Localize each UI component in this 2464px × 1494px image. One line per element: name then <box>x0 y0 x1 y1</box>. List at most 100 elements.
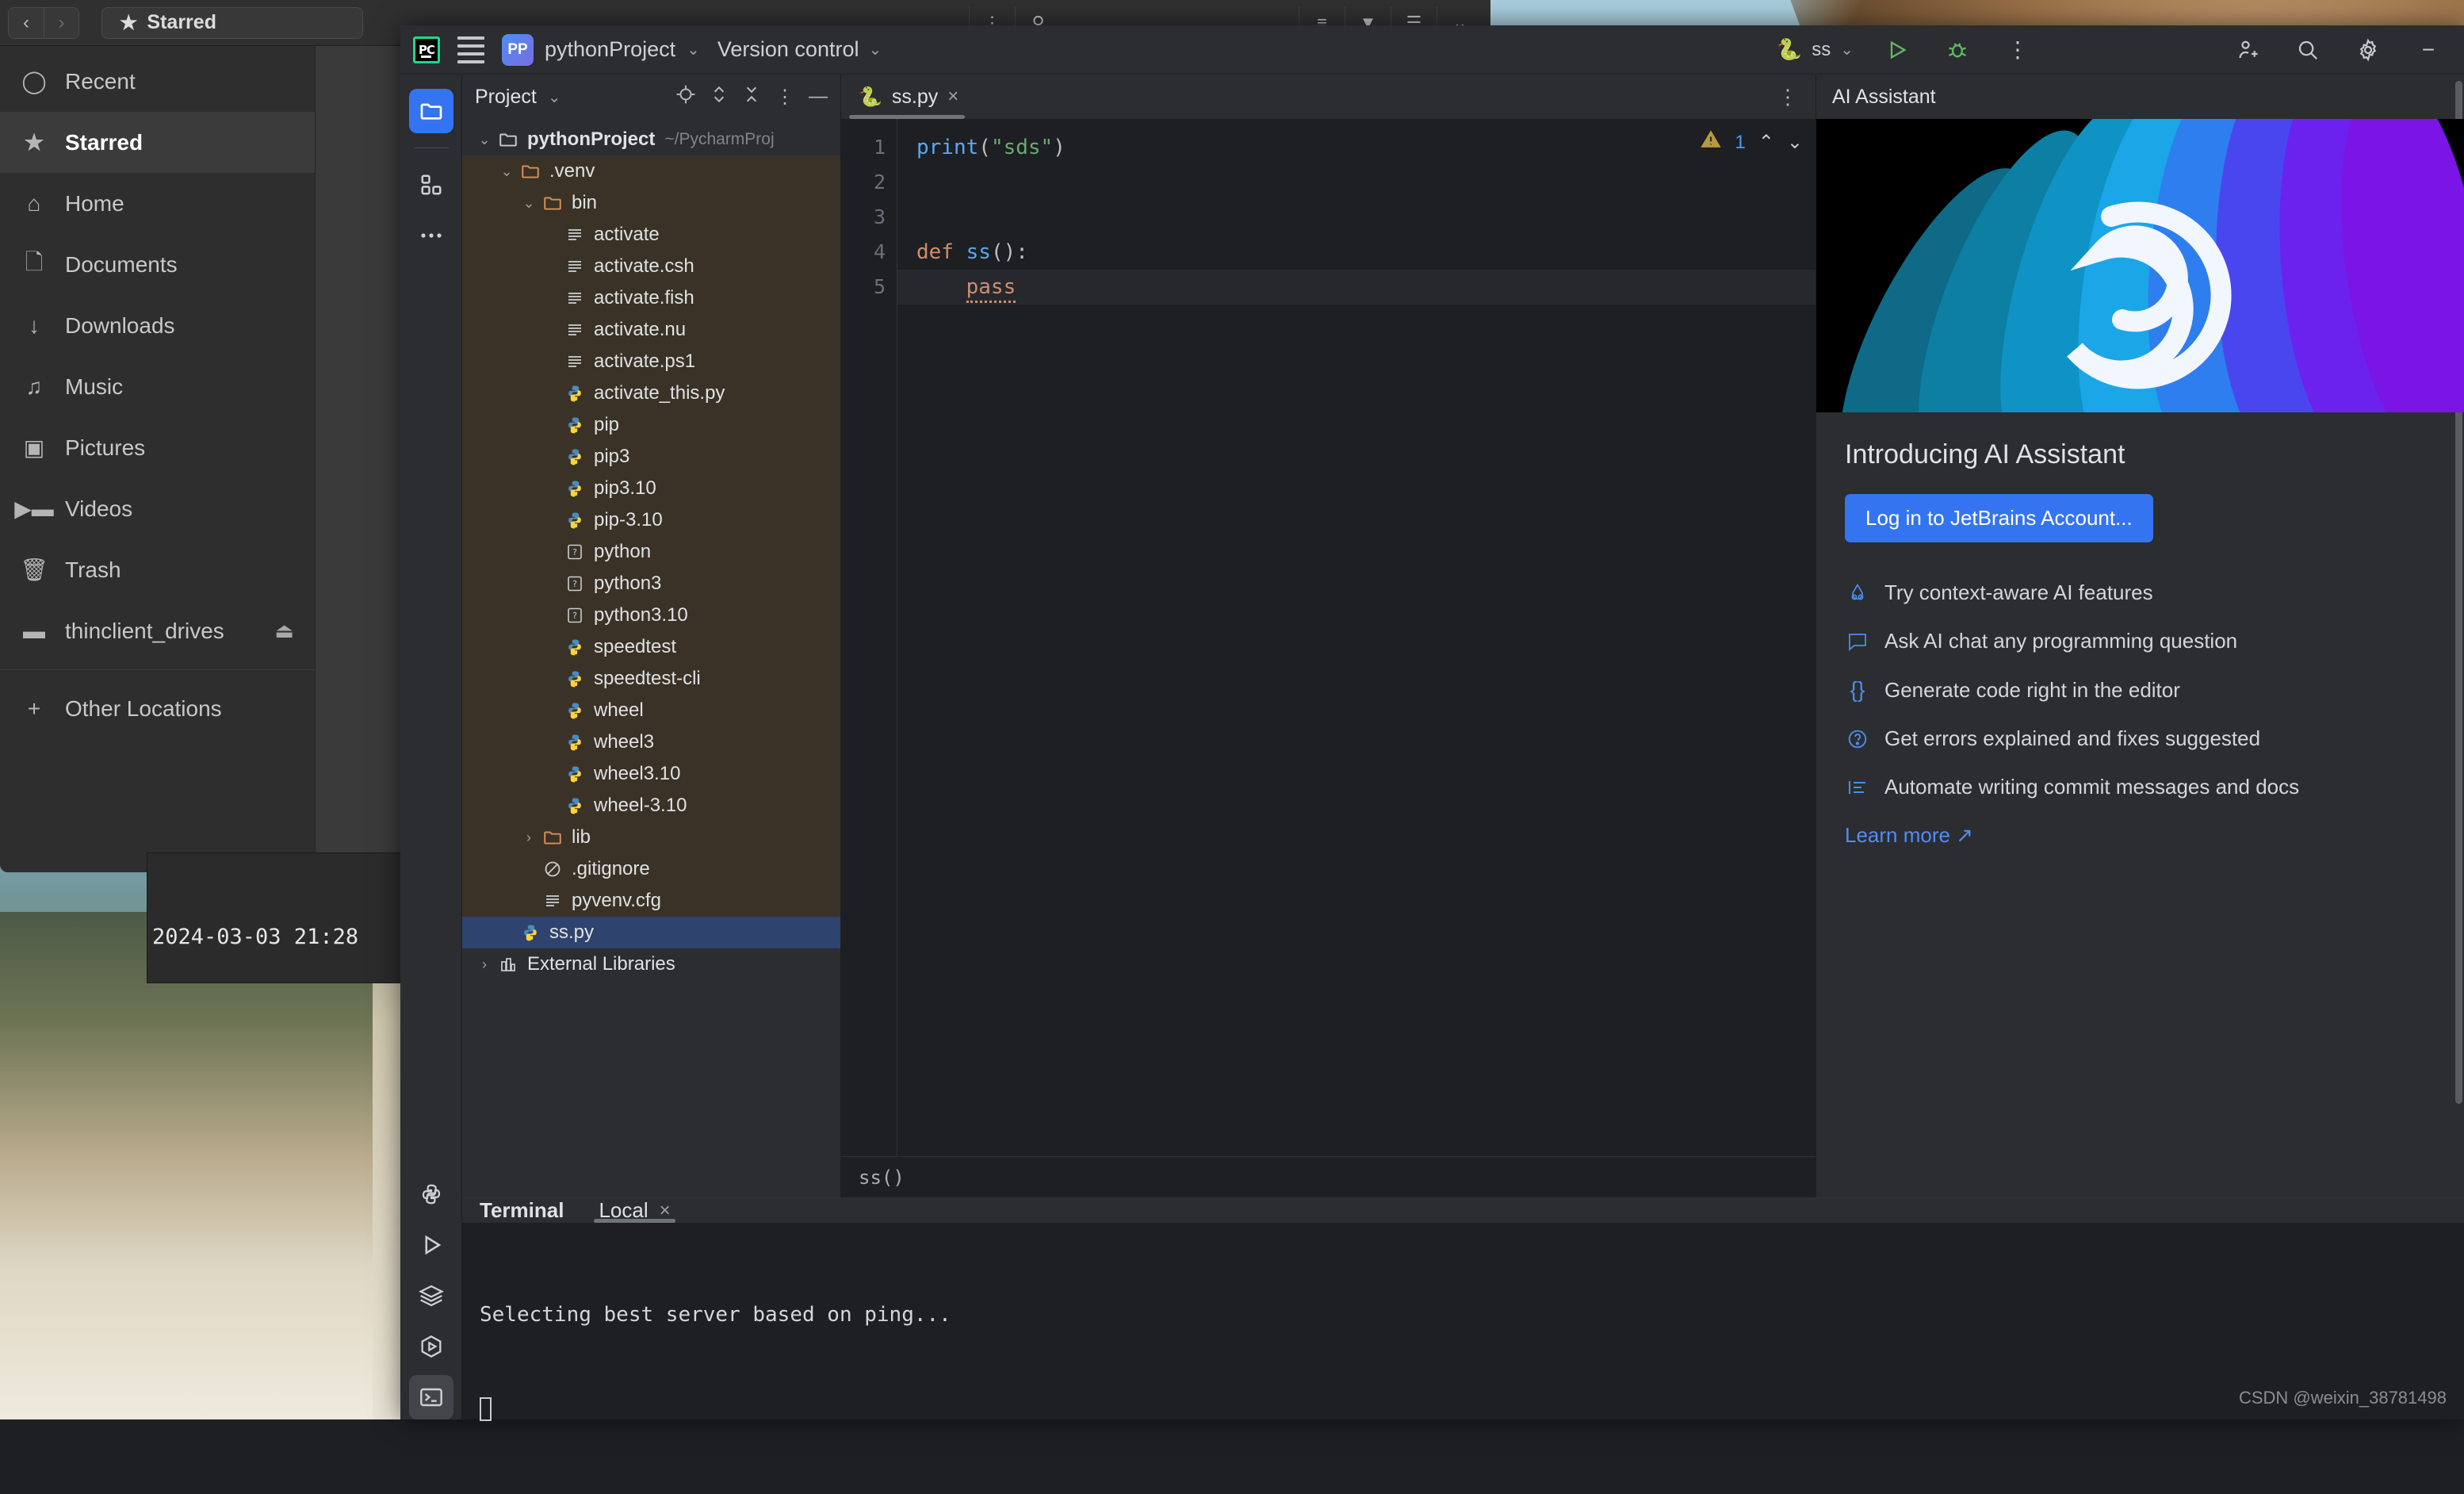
python-console-icon[interactable] <box>409 1172 453 1216</box>
run-icon[interactable] <box>409 1223 453 1267</box>
services-icon[interactable] <box>409 1274 453 1318</box>
previous-problem-icon[interactable]: ⌃ <box>1758 131 1774 154</box>
chevron-right-icon[interactable]: › <box>518 829 540 846</box>
chevron-down-icon[interactable]: ⌄ <box>473 132 495 148</box>
structure-icon[interactable] <box>409 163 453 207</box>
tree-node-wheel3-10[interactable]: wheel3.10 <box>462 758 840 790</box>
tree-node-pip[interactable]: pip <box>462 409 840 441</box>
tree-node-bin[interactable]: ⌄bin <box>462 187 840 219</box>
code-line[interactable]: pass <box>897 270 1815 305</box>
code-line[interactable]: def ss(): <box>916 235 1815 270</box>
tool-window-rail[interactable] <box>400 75 462 1419</box>
tree-node-pythonproject[interactable]: ⌄pythonProject~/PycharmProj <box>462 124 840 155</box>
target-icon[interactable] <box>675 84 696 110</box>
tree-node--gitignore[interactable]: .gitignore <box>462 853 840 885</box>
learn-more-link[interactable]: Learn more ↗ <box>1845 823 2435 848</box>
next-problem-icon[interactable]: ⌄ <box>1787 131 1803 154</box>
eject-icon[interactable]: ⏏ <box>274 619 294 643</box>
tree-node-speedtest[interactable]: speedtest <box>462 631 840 663</box>
terminal-tab-local[interactable]: Local × <box>594 1198 675 1223</box>
gear-icon[interactable] <box>2351 33 2385 67</box>
expand-collapse-icon[interactable] <box>710 84 728 110</box>
login-jetbrains-account-button[interactable]: Log in to JetBrains Account... <box>1845 494 2153 542</box>
sidebar-item-documents[interactable]: 🗋 Documents <box>0 234 315 295</box>
sidebar-item-music[interactable]: ♫ Music <box>0 356 315 417</box>
inspection-widget[interactable]: 1 ⌃ ⌄ <box>1700 128 1803 156</box>
chevron-down-icon[interactable]: ⌄ <box>548 87 561 107</box>
add-user-icon[interactable] <box>2231 33 2264 67</box>
code-line[interactable] <box>916 165 1815 200</box>
tree-node-python3[interactable]: ?python3 <box>462 568 840 600</box>
tree-node-ss-py[interactable]: ss.py <box>462 917 840 948</box>
tree-node-activate-this-py[interactable]: activate_this.py <box>462 377 840 409</box>
terminal-icon[interactable] <box>409 1375 453 1419</box>
pycharm-window[interactable]: PC PP pythonProject ⌄ Version control ⌄ … <box>400 25 2464 1419</box>
tree-node-wheel[interactable]: wheel <box>462 695 840 726</box>
hide-panel-icon[interactable]: — <box>809 86 828 108</box>
more-options-icon[interactable]: ⋮ <box>2001 33 2034 67</box>
project-file-tree[interactable]: ⌄pythonProject~/PycharmProj⌄.venv⌄binact… <box>462 119 840 1197</box>
close-icon[interactable]: × <box>660 1200 671 1222</box>
chevron-down-icon[interactable]: ⌄ <box>518 195 540 212</box>
sidebar-item-videos[interactable]: ▶▬ Videos <box>0 478 315 539</box>
close-icon[interactable]: × <box>947 86 958 108</box>
version-control-selector[interactable]: Version control ⌄ <box>717 37 882 62</box>
tree-node-activate-nu[interactable]: activate.nu <box>462 314 840 346</box>
debug-button[interactable] <box>1941 33 1974 67</box>
breadcrumb-starred[interactable]: ★ Starred <box>101 7 363 39</box>
collapse-all-icon[interactable] <box>742 84 761 110</box>
tree-node--venv[interactable]: ⌄.venv <box>462 155 840 187</box>
code-editor[interactable]: 12345 print("sds") def ss(): pass 1 ⌃ ⌄ <box>841 119 1815 1156</box>
editor-tabbar[interactable]: 🐍 ss.py × ⋮ <box>841 75 1815 119</box>
tree-node-pip-3-10[interactable]: pip-3.10 <box>462 504 840 536</box>
sidebar-item-downloads[interactable]: ↓ Downloads <box>0 295 315 356</box>
sidebar-item-other-locations[interactable]: + Other Locations <box>0 678 315 739</box>
plugins-icon[interactable] <box>409 1324 453 1369</box>
sidebar-item-thinclient-drives[interactable]: ▬ thinclient_drives ⏏ <box>0 600 315 661</box>
sidebar-item-starred[interactable]: ★ Starred <box>0 112 315 173</box>
chevron-right-icon[interactable]: › <box>473 956 495 973</box>
code-line[interactable] <box>916 200 1815 235</box>
tree-node-activate[interactable]: activate <box>462 219 840 251</box>
navigation-buttons[interactable]: ‹ › <box>8 7 79 39</box>
run-configuration-selector[interactable]: 🐍 ss ⌄ <box>1777 37 1854 62</box>
terminal-tool-window[interactable]: Terminal Local × Selecting best server b… <box>462 1197 2464 1419</box>
tree-node-external-libraries[interactable]: ›External Libraries <box>462 948 840 980</box>
tree-node-lib[interactable]: ›lib <box>462 822 840 853</box>
terminal-tabbar[interactable]: Terminal Local × <box>462 1198 2464 1223</box>
back-button[interactable]: ‹ <box>9 8 44 38</box>
tree-node-activate-fish[interactable]: activate.fish <box>462 282 840 314</box>
file-manager-sidebar[interactable]: ◯ Recent ★ Starred ⌂ Home 🗋 Documents ↓ … <box>0 46 316 872</box>
tree-node-wheel-3-10[interactable]: wheel-3.10 <box>462 790 840 822</box>
code-content[interactable]: print("sds") def ss(): pass <box>897 119 1815 1156</box>
tree-node-activate-csh[interactable]: activate.csh <box>462 251 840 282</box>
project-tool-window[interactable]: Project ⌄ ⋮ <box>462 75 841 1197</box>
ai-assistant-tool-window[interactable]: AI Assistant <box>1815 75 2464 1197</box>
tree-node-python3-10[interactable]: ?python3.10 <box>462 600 840 631</box>
editor-more-icon[interactable]: ⋮ <box>1777 85 1815 109</box>
more-vertical-icon[interactable]: ⋮ <box>775 86 794 109</box>
background-terminal-window[interactable]: 2024-03-03 21:28 figuration key ' of 're… <box>147 852 404 983</box>
run-button[interactable] <box>1881 33 1914 67</box>
burger-menu-icon[interactable] <box>457 36 484 63</box>
tree-node-pip3[interactable]: pip3 <box>462 441 840 473</box>
sidebar-item-recent[interactable]: ◯ Recent <box>0 51 315 112</box>
project-selector[interactable]: PP pythonProject ⌄ <box>502 34 700 66</box>
code-line[interactable]: print("sds") <box>916 130 1815 165</box>
sidebar-item-pictures[interactable]: ▣ Pictures <box>0 417 315 478</box>
chevron-down-icon[interactable]: ⌄ <box>495 163 518 180</box>
tree-node-activate-ps1[interactable]: activate.ps1 <box>462 346 840 377</box>
tree-node-pyvenv-cfg[interactable]: pyvenv.cfg <box>462 885 840 917</box>
more-dots-icon[interactable] <box>409 213 453 258</box>
tree-node-pip3-10[interactable]: pip3.10 <box>462 473 840 504</box>
forward-button[interactable]: › <box>44 8 78 38</box>
editor-tab-ss-py[interactable]: 🐍 ss.py × <box>841 75 973 119</box>
breadcrumb[interactable]: ss() <box>841 1156 1815 1197</box>
terminal-output[interactable]: Selecting best server based on ping... <box>462 1223 2464 1494</box>
minimize-button[interactable]: − <box>2412 33 2445 67</box>
project-panel-actions[interactable]: ⋮ — <box>675 84 828 110</box>
tree-node-python[interactable]: ?python <box>462 536 840 568</box>
tree-node-wheel3[interactable]: wheel3 <box>462 726 840 758</box>
sidebar-item-trash[interactable]: 🗑 Trash <box>0 539 315 600</box>
tree-node-speedtest-cli[interactable]: speedtest-cli <box>462 663 840 695</box>
